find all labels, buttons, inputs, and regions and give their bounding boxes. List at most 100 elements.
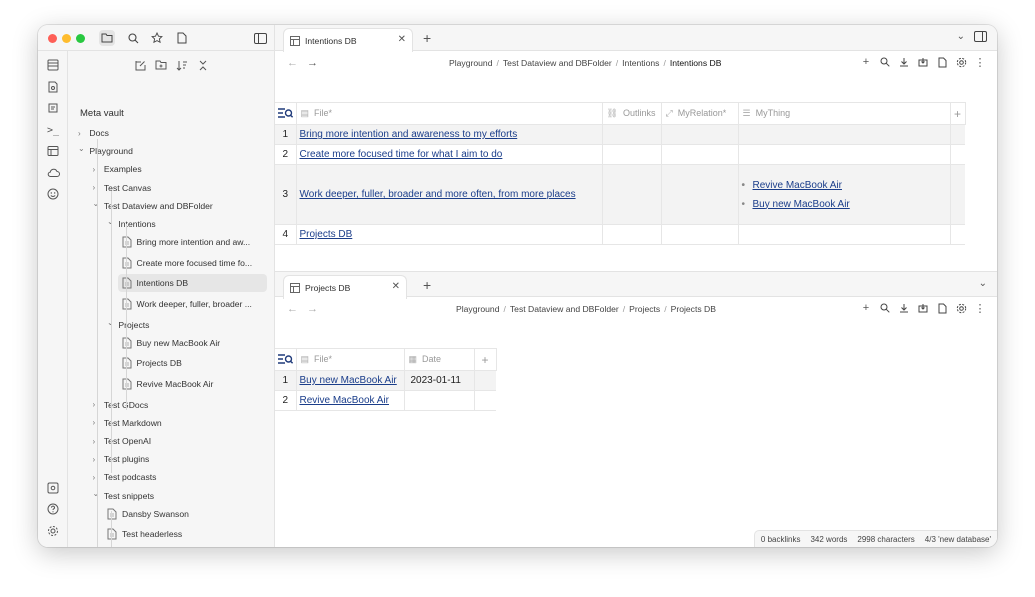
search-icon[interactable] [879,302,891,314]
file-link[interactable]: Buy new MacBook Air [753,199,850,210]
tree-folder[interactable]: › Test Markdown [93,414,268,432]
vault-switch-icon[interactable] [46,481,60,495]
template-icon[interactable] [46,101,60,115]
chevron-right-icon[interactable]: › [78,129,87,138]
tree-file[interactable]: Work deeper, fuller, broader ... [122,295,268,313]
new-tab-button[interactable]: + [423,277,431,293]
column-header-outlinks[interactable]: ⛓ Outlinks [601,102,662,125]
more-options-icon[interactable]: ⋮ [974,56,986,69]
right-sidebar-toggle-icon[interactable] [974,31,987,45]
tree-folder[interactable]: ⌄ Projects [107,316,267,334]
graph-icon[interactable] [46,80,60,94]
tree-file[interactable]: Test headerless [107,525,267,543]
breadcrumb-item[interactable]: Test Dataview and DBFolder [510,304,619,314]
date-cell[interactable]: 2023-01-11 [403,370,475,391]
column-header-file[interactable]: ▤ File* [295,102,603,125]
column-header-mything[interactable]: ☰ MyThing [737,102,951,125]
table-filter-icon[interactable] [275,348,297,371]
tree-folder[interactable]: › Docs [78,124,267,142]
sidebar-toggle-icon[interactable] [252,30,268,46]
file-link[interactable]: Projects DB [297,229,353,240]
breadcrumb-item[interactable]: Intentions [622,58,659,68]
tree-folder[interactable]: › Test plugins [93,450,268,468]
tab-projects-db[interactable]: Projects DB ✕ [283,275,407,299]
chevron-down-icon[interactable]: ⌄ [957,31,965,42]
tree-file[interactable]: Revive MacBook Air [122,375,268,393]
forward-arrow-icon[interactable]: → [307,303,318,315]
tree-folder[interactable]: ⌄ Test Dataview and DBFolder [93,197,268,215]
outlinks-cell[interactable] [601,164,662,225]
download-icon[interactable] [898,56,910,68]
new-folder-icon[interactable] [154,58,168,72]
download-icon[interactable] [898,302,910,314]
column-header-file[interactable]: ▤ File* [295,348,405,371]
sort-icon[interactable] [175,58,189,72]
outlinks-cell[interactable] [601,144,662,165]
breadcrumb-item[interactable]: Playground [456,304,499,314]
file-link[interactable]: Revive MacBook Air [753,180,842,191]
minimize-window-button[interactable] [62,34,71,43]
canvas-icon[interactable] [46,58,60,72]
close-window-button[interactable] [48,34,57,43]
tree-file[interactable]: Dansby Swanson [107,505,267,523]
breadcrumb-item[interactable]: Projects DB [671,304,716,314]
files-icon[interactable] [99,30,115,46]
search-icon[interactable] [125,30,141,46]
database-status[interactable]: 4/3 'new database' [925,535,991,544]
tree-file[interactable]: Bring more intention and aw... [122,233,268,251]
emoji-icon[interactable] [46,187,60,201]
tree-folder[interactable]: ⌄ Playground [78,142,267,160]
settings-icon[interactable] [46,524,60,538]
chevron-down-icon[interactable]: ⌄ [979,278,987,289]
close-icon[interactable]: ✕ [392,281,400,292]
command-palette-icon[interactable]: >_ [46,123,60,137]
add-row-icon[interactable]: + [860,302,872,314]
table-filter-icon[interactable] [275,102,297,125]
add-column-button[interactable]: + [473,348,497,371]
myrelation-cell[interactable] [660,124,739,145]
close-icon[interactable]: ✕ [398,34,406,45]
breadcrumb-item[interactable]: Intentions DB [670,58,722,68]
import-icon[interactable] [917,302,929,314]
backlinks-count[interactable]: 0 backlinks [761,535,801,544]
tree-folder[interactable]: › Test podcasts [93,468,268,486]
new-note-icon[interactable] [133,58,147,72]
breadcrumb-item[interactable]: Projects [629,304,660,314]
gear-icon[interactable] [955,302,967,314]
tree-file[interactable]: Create more focused time fo... [122,254,268,272]
myrelation-cell[interactable] [660,164,739,225]
column-header-myrelation[interactable]: ⤢ MyRelation* [660,102,739,125]
search-icon[interactable] [879,56,891,68]
document-icon[interactable] [936,56,948,68]
myrelation-cell[interactable] [660,224,739,245]
outlinks-cell[interactable] [601,224,662,245]
breadcrumb-item[interactable]: Test Dataview and DBFolder [503,58,612,68]
chevron-down-icon[interactable]: ⌄ [78,144,87,153]
file-link[interactable]: Bring more intention and awareness to my… [297,129,518,140]
breadcrumb-item[interactable]: Playground [449,58,492,68]
vault-name[interactable]: Meta vault [80,108,124,119]
tree-file[interactable]: Intentions DB [117,274,267,293]
file-link[interactable]: Work deeper, fuller, broader and more of… [297,189,576,200]
gear-icon[interactable] [955,56,967,68]
add-row-icon[interactable]: + [860,56,872,68]
tab-intentions-db[interactable]: Intentions DB ✕ [283,28,413,52]
file-link[interactable]: Buy new MacBook Air [297,375,397,386]
help-icon[interactable] [46,502,60,516]
back-arrow-icon[interactable]: ← [287,57,298,69]
back-arrow-icon[interactable]: ← [287,303,298,315]
new-file-icon[interactable] [174,30,190,46]
myrelation-cell[interactable] [660,144,739,165]
calendar-icon[interactable] [46,144,60,158]
forward-arrow-icon[interactable]: → [307,57,318,69]
tree-file[interactable]: Projects DB [122,354,268,372]
new-tab-button[interactable]: + [423,30,431,46]
tree-file[interactable]: Buy new MacBook Air [122,334,268,352]
date-cell[interactable] [403,390,475,411]
mything-cell[interactable] [737,144,951,165]
tree-folder[interactable]: ⌄ Test snippets [93,487,268,505]
sync-icon[interactable] [46,166,60,180]
bookmark-star-icon[interactable] [149,30,165,46]
tree-folder[interactable]: › Test Wordpress [93,546,268,547]
file-link[interactable]: Create more focused time for what I aim … [297,149,503,160]
